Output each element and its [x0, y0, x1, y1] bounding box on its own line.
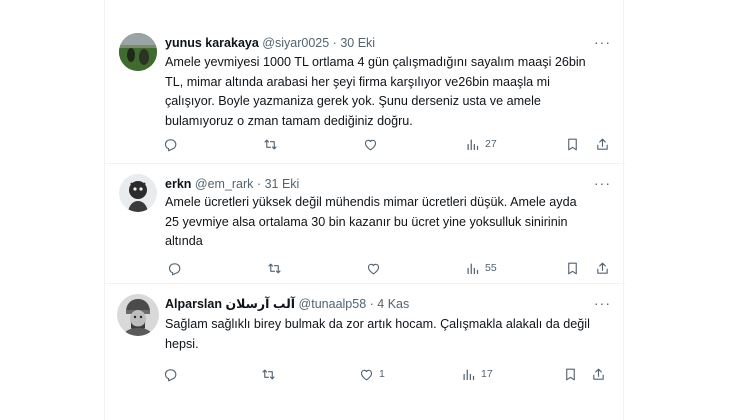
bookmark-button[interactable]: [565, 136, 580, 152]
avatar-image: [119, 174, 157, 212]
display-name[interactable]: Alparslan آلب آرسلان: [165, 297, 295, 311]
view-count: 17: [481, 368, 493, 380]
share-button[interactable]: [595, 136, 610, 152]
share-button[interactable]: [595, 260, 610, 276]
tweet-actions: 55: [163, 260, 611, 276]
reply-icon: [168, 262, 181, 275]
display-name[interactable]: erkn: [165, 177, 191, 191]
bookmark-icon: [566, 368, 575, 380]
user-handle[interactable]: @em_rark: [195, 177, 254, 191]
retweet-button[interactable]: [261, 366, 281, 382]
bookmark-button[interactable]: [563, 366, 578, 382]
tweet[interactable]: erkn @em_rark · 31 Eki ··· Amele ücretle…: [105, 164, 625, 284]
views-button[interactable]: 27: [465, 136, 497, 152]
like-icon: [367, 263, 380, 274]
retweet-icon: [262, 369, 275, 379]
user-handle[interactable]: @tunaalp58: [299, 297, 367, 311]
like-button[interactable]: [366, 260, 386, 276]
avatar-image: [119, 33, 157, 71]
retweet-button[interactable]: [267, 260, 287, 276]
timeline: yunus karakaya @siyar0025 · 30 Eki ··· A…: [104, 0, 625, 420]
retweet-icon: [264, 139, 277, 149]
like-count: 1: [379, 368, 385, 380]
share-button[interactable]: [591, 366, 606, 382]
like-button[interactable]: 1: [359, 366, 385, 382]
tweet-text: Amele ücretleri yüksek değil mühendis mi…: [165, 195, 577, 248]
more-icon[interactable]: ···: [594, 295, 611, 311]
views-icon: [467, 139, 479, 150]
reply-button[interactable]: [167, 260, 187, 276]
reply-button[interactable]: [163, 136, 183, 152]
view-count: 55: [485, 262, 497, 274]
tweet-actions: 27: [163, 136, 611, 152]
tweet-text: Sağlam sağlıklı birey bulmak da zor artı…: [165, 317, 590, 351]
separator: ·: [369, 297, 374, 311]
view-count: 27: [485, 138, 497, 150]
bookmark-icon: [568, 262, 577, 274]
tweet-header: erkn @em_rark · 31 Eki ···: [165, 175, 611, 192]
user-handle[interactable]: @siyar0025: [262, 36, 329, 50]
reply-icon: [164, 138, 177, 151]
more-icon[interactable]: ···: [594, 34, 611, 50]
avatar[interactable]: [119, 174, 157, 212]
bookmark-icon: [568, 138, 577, 150]
retweet-button[interactable]: [263, 136, 283, 152]
views-icon: [463, 369, 475, 380]
share-icon: [597, 262, 608, 274]
reply-icon: [164, 368, 177, 381]
avatar[interactable]: [119, 33, 157, 71]
tweet[interactable]: yunus karakaya @siyar0025 · 30 Eki ··· A…: [105, 0, 625, 164]
avatar-image: [117, 294, 159, 336]
retweet-icon: [268, 263, 281, 273]
share-icon: [597, 138, 608, 150]
like-button[interactable]: [363, 136, 383, 152]
tweet-date[interactable]: 4 Kas: [377, 297, 409, 311]
avatar[interactable]: [117, 294, 159, 336]
separator: ·: [256, 177, 262, 191]
tweet-date[interactable]: 31 Eki: [265, 177, 300, 191]
tweet-header: yunus karakaya @siyar0025 · 30 Eki ···: [165, 34, 611, 51]
views-button[interactable]: 17: [461, 366, 493, 382]
tweet-date[interactable]: 30 Eki: [340, 36, 375, 50]
tweet-header: Alparslan آلب آرسلان @tunaalp58 · 4 Kas …: [165, 295, 611, 312]
like-icon: [364, 139, 377, 150]
separator: ·: [332, 36, 337, 50]
tweet-text: Amele yevmiyesi 1000 TL ortlama 4 gün ça…: [165, 55, 586, 128]
reply-button[interactable]: [163, 366, 183, 382]
views-button[interactable]: 55: [465, 260, 497, 276]
like-icon: [360, 369, 373, 380]
display-name[interactable]: yunus karakaya: [165, 36, 259, 50]
tweet-actions: 1 17: [163, 366, 611, 382]
more-icon[interactable]: ···: [594, 175, 611, 191]
bookmark-button[interactable]: [565, 260, 580, 276]
share-icon: [593, 368, 604, 380]
views-icon: [467, 263, 479, 274]
tweet[interactable]: Alparslan آلب آرسلان @tunaalp58 · 4 Kas …: [105, 284, 625, 420]
